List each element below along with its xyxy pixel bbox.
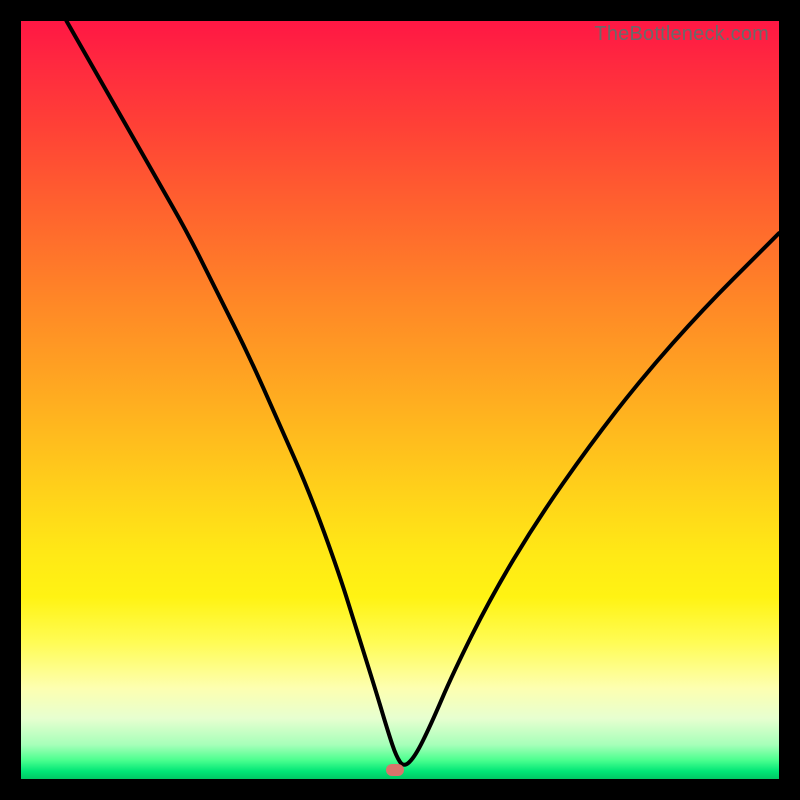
plot-area: TheBottleneck.com: [21, 21, 779, 779]
curve-path: [67, 21, 780, 765]
chart-frame: TheBottleneck.com: [0, 0, 800, 800]
bottleneck-curve: [21, 21, 779, 779]
optimum-marker: [386, 764, 404, 776]
